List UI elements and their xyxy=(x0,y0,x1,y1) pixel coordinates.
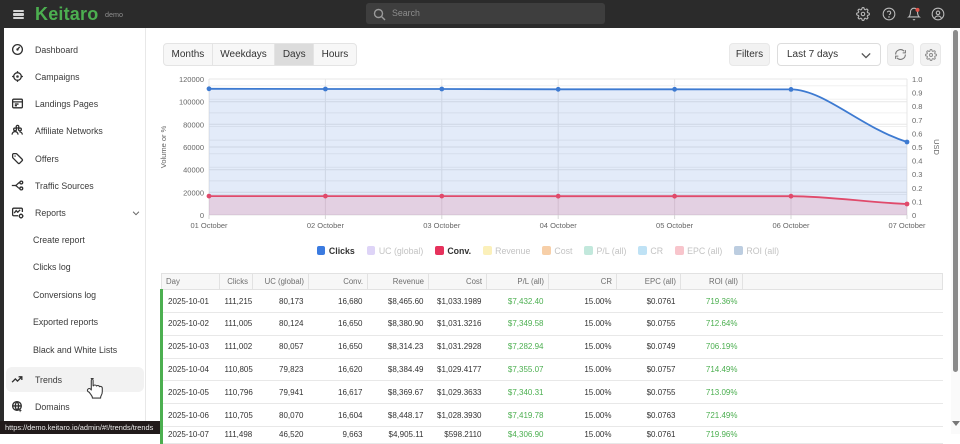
svg-text:04 October: 04 October xyxy=(540,221,578,230)
svg-text:01 October: 01 October xyxy=(190,221,228,230)
svg-text:0: 0 xyxy=(200,211,204,220)
svg-text:0.7: 0.7 xyxy=(912,116,922,125)
svg-text:05 October: 05 October xyxy=(656,221,694,230)
svg-text:0.3: 0.3 xyxy=(912,170,922,179)
svg-text:80000: 80000 xyxy=(183,120,204,129)
svg-text:100000: 100000 xyxy=(179,98,204,107)
svg-text:07 October: 07 October xyxy=(888,221,926,230)
svg-text:0.8: 0.8 xyxy=(912,102,922,111)
svg-text:03 October: 03 October xyxy=(423,221,461,230)
svg-text:Volume or %: Volume or % xyxy=(159,125,168,168)
svg-text:0.9: 0.9 xyxy=(912,89,922,98)
svg-text:0.5: 0.5 xyxy=(912,143,922,152)
svg-text:02 October: 02 October xyxy=(307,221,345,230)
svg-text:USD: USD xyxy=(932,139,941,155)
svg-text:0.4: 0.4 xyxy=(912,157,922,166)
svg-text:60000: 60000 xyxy=(183,143,204,152)
svg-text:120000: 120000 xyxy=(179,75,204,84)
svg-text:40000: 40000 xyxy=(183,166,204,175)
svg-text:0.2: 0.2 xyxy=(912,184,922,193)
svg-text:20000: 20000 xyxy=(183,188,204,197)
svg-text:0: 0 xyxy=(912,211,916,220)
svg-text:0.1: 0.1 xyxy=(912,197,922,206)
svg-text:1.0: 1.0 xyxy=(912,75,922,84)
svg-text:06 October: 06 October xyxy=(772,221,810,230)
svg-text:0.6: 0.6 xyxy=(912,129,922,138)
